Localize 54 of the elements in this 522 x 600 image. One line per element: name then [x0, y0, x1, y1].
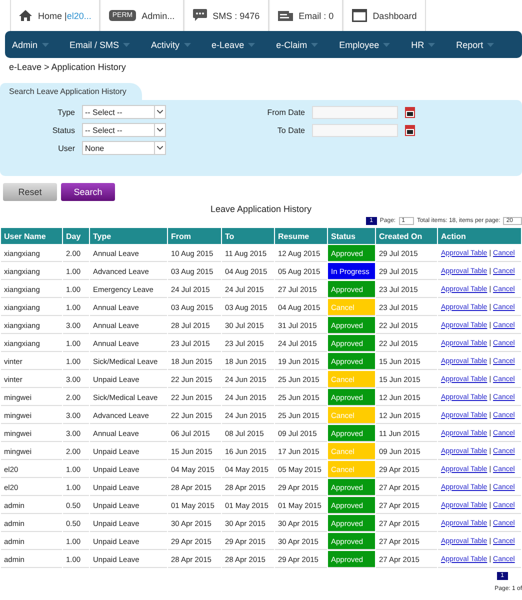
field-label: User	[57, 144, 75, 152]
date-field[interactable]	[312, 124, 398, 136]
menu-item[interactable]: Activity	[151, 40, 191, 50]
caret-icon	[248, 42, 256, 46]
field-label: Type	[56, 108, 75, 116]
caret-icon	[123, 42, 130, 46]
dropdown[interactable]: -- Select --	[82, 123, 166, 137]
field-label: From Date	[266, 108, 305, 116]
chevron-down-icon	[157, 128, 163, 132]
chevron-down-icon	[157, 110, 163, 114]
topbar-link[interactable]: Dashboard	[372, 10, 417, 20]
caret-icon	[42, 42, 49, 46]
topbar-link[interactable]: Email : 0	[298, 10, 334, 20]
topbar-link[interactable]: Home |el20...	[38, 10, 92, 20]
table-title: Leave Application History	[209, 204, 313, 214]
menu-item[interactable]: HR	[411, 40, 436, 50]
topbar-link[interactable]: SMS : 9476	[212, 10, 260, 20]
column-header: Action	[438, 228, 521, 244]
dropdown[interactable]: None	[82, 141, 166, 155]
calendar-icon[interactable]	[405, 124, 415, 136]
topbar-link[interactable]: Admin...	[142, 10, 175, 20]
dropdown[interactable]: -- Select --	[82, 105, 166, 119]
form-button[interactable]: Reset	[3, 183, 57, 201]
column-header: Status	[328, 228, 375, 244]
menu-item[interactable]: Admin	[12, 40, 49, 50]
column-header: User Name	[1, 228, 62, 244]
menu-item[interactable]: e-Leave	[212, 40, 256, 50]
menu-item[interactable]: Employee	[339, 40, 390, 50]
field-label: To Date	[276, 126, 305, 134]
date-field[interactable]	[312, 106, 398, 118]
menu-item[interactable]: e-Claim	[276, 40, 318, 50]
caret-icon	[311, 42, 318, 46]
column-header: From	[168, 228, 221, 244]
form-button[interactable]: Search	[61, 183, 115, 201]
menu-item[interactable]: Email / SMS	[70, 40, 130, 50]
chat-icon	[192, 9, 207, 22]
caret-icon	[487, 42, 494, 46]
caret-icon	[428, 42, 436, 46]
caret-icon	[383, 42, 390, 46]
column-header: Created On	[376, 228, 437, 244]
column-header: Type	[90, 228, 167, 244]
column-header: Day	[63, 228, 89, 244]
envelope-icon	[278, 10, 293, 21]
calendar-icon[interactable]	[405, 106, 415, 118]
caret-icon	[184, 42, 191, 46]
window-icon	[352, 9, 367, 22]
panel-tab[interactable]: Search Leave Application History	[0, 83, 142, 100]
column-header: To	[222, 228, 274, 244]
field-label: Status	[51, 126, 75, 134]
menu-item[interactable]: Report	[456, 40, 494, 50]
column-header: Resume	[275, 228, 327, 244]
chevron-down-icon	[157, 146, 163, 150]
breadcrumb: e-Leave > Application History	[8, 61, 127, 74]
home-icon	[19, 10, 32, 21]
